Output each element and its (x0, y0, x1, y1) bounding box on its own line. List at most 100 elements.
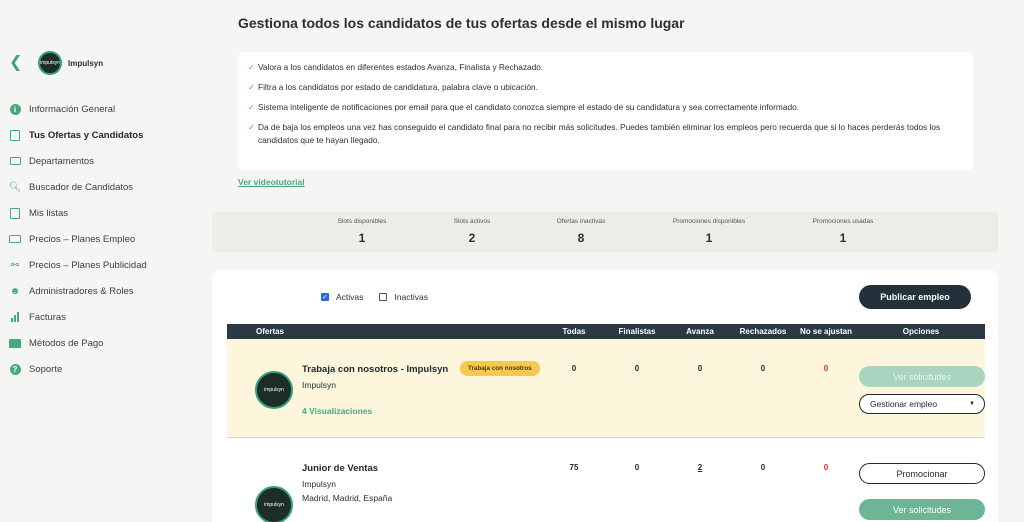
sidebar-item-administradores[interactable]: ☻ Administradores & Roles (9, 278, 147, 304)
column-header: Todas (562, 327, 586, 336)
count-avanza[interactable]: 0 (698, 364, 702, 373)
stat-label: Slots disponibles (337, 218, 387, 225)
chart-bars-icon (9, 311, 21, 323)
sidebar-item-mis-listas[interactable]: Mis listas (9, 200, 147, 226)
sidebar-item-label: Información General (29, 103, 116, 115)
publish-job-button[interactable]: Publicar empleo (859, 285, 971, 309)
sidebar-item-label: Precios – Planes Empleo (29, 233, 136, 245)
job-company-avatar: impulsyn (255, 486, 293, 522)
info-text: Da de baja los empleos una vez has conse… (258, 122, 941, 145)
company-avatar: impulsyn (38, 51, 62, 75)
column-header: Rechazados (739, 327, 787, 336)
count-todas[interactable]: 75 (570, 463, 579, 472)
column-header: Finalistas (618, 327, 656, 336)
select-value: Gestionar empleo (870, 399, 938, 409)
stat-value: 1 (705, 231, 713, 245)
back-chevron-icon[interactable]: ❮ (9, 55, 23, 71)
sidebar-item-planes-publicidad[interactable]: ⚯ Precios – Planes Publicidad (9, 252, 147, 278)
document-icon (9, 129, 21, 141)
stat-promociones-disponibles: Promociones disponibles 1 (673, 218, 745, 245)
stat-promociones-usadas: Promociones usadas 1 (813, 218, 874, 245)
sidebar-item-metodos-pago[interactable]: Métodos de Pago (9, 330, 147, 356)
count-avanza[interactable]: 2 (698, 463, 702, 472)
job-company-avatar: impulsyn (255, 371, 293, 409)
sidebar-item-label: Soporte (29, 363, 63, 375)
count-finalistas[interactable]: 0 (635, 463, 639, 472)
sidebar: ❮ impulsyn Impulsyn i Información Genera… (0, 0, 200, 522)
info-line: ✓ Da de baja los empleos una vez has cons… (248, 121, 963, 147)
company-name: Impulsyn (68, 58, 104, 68)
count-no-ajustan[interactable]: 0 (824, 364, 828, 373)
page-title: Gestiona todos los candidatos de tus ofe… (238, 15, 685, 31)
stats-bar: Slots disponibles 1 Slots activos 2 Ofer… (212, 212, 998, 252)
column-header: No se ajustan (799, 327, 853, 336)
status-filters: ✓ Activas Inactivas (321, 292, 428, 302)
promote-button[interactable]: Promocionar (859, 463, 985, 484)
help-icon: ? (9, 363, 21, 375)
features-info-box: ✓ Valora a los candidatos en diferentes e… (238, 52, 973, 170)
stat-slots-activos: Slots activos 2 (454, 218, 491, 245)
sidebar-item-label: Facturas (29, 311, 66, 323)
stat-value: 1 (358, 231, 366, 245)
clipboard-icon (9, 207, 21, 219)
stat-ofertas-inactivas: Ofertas inactivas 8 (557, 218, 605, 245)
job-logo-text: impulsyn (264, 387, 284, 393)
search-icon: 🔍︎ (8, 181, 22, 193)
sidebar-item-soporte[interactable]: ? Soporte (9, 356, 147, 382)
info-line: ✓ Sistema inteligente de notificaciones p… (248, 101, 963, 114)
active-filter-label[interactable]: Activas (336, 292, 363, 302)
caret-down-icon: ▼ (969, 401, 975, 407)
stat-value: 2 (468, 231, 476, 245)
sidebar-item-label: Buscador de Candidatos (29, 181, 134, 193)
info-text: Filtra a los candidatos por estado de ca… (258, 82, 538, 92)
info-text: Sistema inteligente de notificaciones po… (258, 102, 799, 112)
sidebar-item-informacion-general[interactable]: i Información General (9, 96, 147, 122)
table-header: Ofertas Todas Finalistas Avanza Rechazad… (227, 324, 985, 339)
sidebar-item-label: Métodos de Pago (29, 337, 104, 349)
microphone-icon: ⚯ (10, 259, 20, 271)
stat-value: 1 (839, 231, 847, 245)
count-finalistas[interactable]: 0 (635, 364, 639, 373)
stat-label: Ofertas inactivas (556, 218, 606, 225)
company-header: impulsyn Impulsyn (38, 51, 103, 75)
sidebar-item-buscador[interactable]: 🔍︎ Buscador de Candidatos (9, 174, 147, 200)
check-icon: ✓ (248, 122, 255, 132)
credit-card-icon (9, 337, 21, 349)
user-icon: ☻ (9, 285, 21, 297)
jobs-panel: ✓ Activas Inactivas Publicar empleo Ofer… (212, 270, 998, 522)
sidebar-item-facturas[interactable]: Facturas (9, 304, 147, 330)
job-company: Impulsyn (302, 380, 337, 390)
sidebar-item-departamentos[interactable]: Departamentos (9, 148, 147, 174)
job-views: 4 Visualizaciones (302, 406, 373, 416)
count-todas[interactable]: 0 (572, 364, 576, 373)
sidebar-item-planes-empleo[interactable]: Precios – Planes Empleo (9, 226, 147, 252)
active-checkbox[interactable]: ✓ (321, 293, 329, 301)
job-logo-text: impulsyn (264, 502, 284, 508)
inactive-checkbox[interactable] (379, 293, 388, 301)
info-text: Valora a los candidatos en diferentes es… (258, 62, 544, 72)
job-title[interactable]: Trabaja con nosotros - Impulsyn (302, 364, 448, 375)
sidebar-item-label: Administradores & Roles (29, 285, 134, 297)
table-row: impulsyn Trabaja con nosotros - Impulsyn… (227, 339, 985, 438)
count-rechazados[interactable]: 0 (761, 463, 765, 472)
count-no-ajustan[interactable]: 0 (824, 463, 828, 472)
view-applications-button[interactable]: Ver solicitudes (859, 499, 985, 520)
view-applications-button[interactable]: Ver solicitudes (859, 366, 985, 387)
column-header: Opciones (902, 327, 940, 336)
sidebar-item-label: Departamentos (29, 155, 94, 167)
job-title[interactable]: Junior de Ventas (302, 463, 378, 474)
videotutorial-link[interactable]: Ver videotutorial (238, 177, 305, 187)
manage-job-select[interactable]: Gestionar empleo ▼ (859, 394, 985, 414)
table-row: impulsyn Junior de Ventas Impulsyn Madri… (227, 439, 985, 522)
inactive-filter-label[interactable]: Inactivas (394, 292, 428, 302)
company-logo-text: impulsyn (40, 60, 60, 66)
check-icon: ✓ (248, 62, 255, 72)
info-line: ✓ Valora a los candidatos en diferentes e… (248, 61, 963, 74)
info-icon: i (9, 103, 21, 115)
stat-label: Promociones disponibles (672, 218, 746, 225)
sidebar-item-ofertas-candidatos[interactable]: Tus Ofertas y Candidatos (9, 122, 147, 148)
job-tag-badge: Trabaja con nosotros (460, 361, 540, 376)
stat-label: Promociones usadas (812, 218, 874, 225)
count-rechazados[interactable]: 0 (761, 364, 765, 373)
stat-value: 8 (577, 231, 585, 245)
